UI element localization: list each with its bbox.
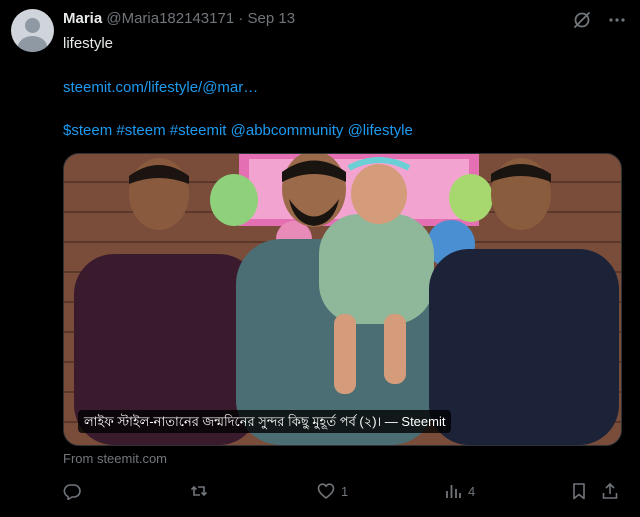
mention-lifestyle[interactable]: @lifestyle xyxy=(348,122,413,139)
post-header: Maria @Maria182143171 · Sep 13 xyxy=(63,10,295,28)
share-button[interactable] xyxy=(601,480,619,502)
reply-button[interactable] xyxy=(63,480,87,502)
action-bar: 1 4 xyxy=(0,480,640,504)
link-card-caption[interactable]: লাইফ স্টাইল-নাতানের জন্মদিনের সুন্দর কিছ… xyxy=(78,410,452,433)
tag-cashtag-steem[interactable]: $steem xyxy=(63,122,112,139)
author-name[interactable]: Maria xyxy=(63,10,102,27)
post-tags: $steem #steem #steemit @abbcommunity @li… xyxy=(63,122,413,140)
reply-icon xyxy=(63,484,81,500)
like-button[interactable]: 1 xyxy=(317,480,348,502)
views-count: 4 xyxy=(468,483,476,499)
bookmark-button[interactable] xyxy=(570,480,588,502)
separator-dot: · xyxy=(238,10,244,27)
avatar-body-shape xyxy=(18,36,47,52)
mention-abbcommunity[interactable]: @abbcommunity xyxy=(231,122,344,139)
repost-button[interactable] xyxy=(190,480,214,502)
author-handle[interactable]: @Maria182143171 xyxy=(106,10,234,27)
avatar-head-shape xyxy=(25,18,40,33)
repost-icon xyxy=(190,485,208,497)
post-link[interactable]: steemit.com/lifestyle/@mar… xyxy=(63,79,258,97)
post-text-line: lifestyle xyxy=(63,35,114,52)
link-card-source[interactable]: From steemit.com xyxy=(63,451,167,466)
link-card-image[interactable] xyxy=(63,153,622,446)
more-icon[interactable] xyxy=(606,9,628,31)
views-icon xyxy=(446,485,461,498)
post-date[interactable]: Sep 13 xyxy=(248,10,296,27)
author-avatar[interactable] xyxy=(11,9,54,52)
views-button[interactable]: 4 xyxy=(444,480,475,502)
heart-icon xyxy=(317,483,335,499)
tag-hashtag-steem[interactable]: #steem xyxy=(116,122,165,139)
tag-hashtag-steemit[interactable]: #steemit xyxy=(170,122,227,139)
like-count: 1 xyxy=(341,483,349,499)
bookmark-icon xyxy=(573,483,585,500)
share-icon xyxy=(602,482,618,499)
photo-illustration xyxy=(64,154,621,445)
grok-icon[interactable] xyxy=(572,10,592,30)
